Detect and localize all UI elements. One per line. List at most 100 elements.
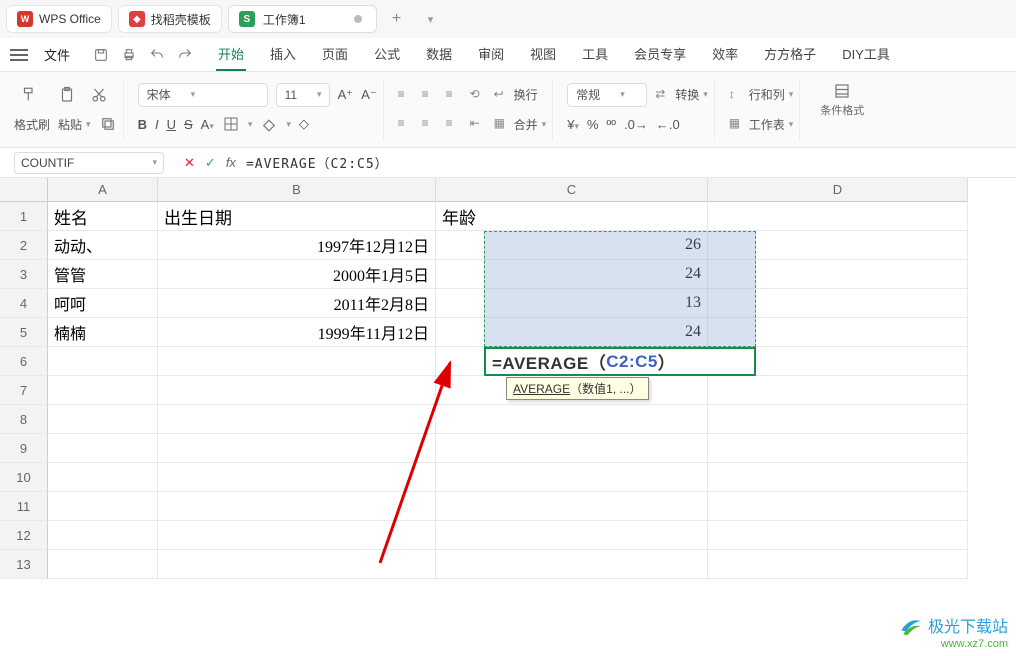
cell[interactable] [436, 521, 708, 550]
cell[interactable] [708, 521, 968, 550]
row-header[interactable]: 7 [0, 376, 48, 405]
app-tab-templates[interactable]: ◆ 找稻壳模板 [118, 5, 222, 33]
cell[interactable] [158, 405, 436, 434]
new-tab-button[interactable]: + [383, 5, 411, 33]
formula-input[interactable]: =AVERAGE（C2:C5） [246, 153, 389, 172]
underline-button[interactable]: U [167, 117, 176, 132]
tab-insert[interactable]: 插入 [268, 38, 298, 71]
col-header[interactable]: B [158, 178, 436, 202]
cell[interactable]: 1997年12月12日 [158, 231, 436, 260]
cell[interactable] [436, 463, 708, 492]
redo-icon[interactable] [176, 46, 194, 64]
cell[interactable] [48, 521, 158, 550]
dec-dec-icon[interactable]: ←.0 [656, 117, 680, 132]
app-tab-wps[interactable]: W WPS Office [6, 5, 112, 33]
row-header[interactable]: 5 [0, 318, 48, 347]
align-right-icon[interactable]: ≡ [446, 116, 462, 132]
fill-color-button[interactable] [260, 115, 278, 133]
tab-ffgz[interactable]: 方方格子 [762, 38, 818, 71]
tab-menu-chevron-icon[interactable]: ▾ [417, 5, 445, 33]
cell[interactable] [158, 521, 436, 550]
cell[interactable]: 管管 [48, 260, 158, 289]
tab-diy[interactable]: DIY工具 [840, 38, 892, 71]
cell[interactable]: 2000年1月5日 [158, 260, 436, 289]
cancel-formula-icon[interactable]: ✕ [184, 155, 195, 171]
row-header[interactable]: 13 [0, 550, 48, 579]
cell[interactable] [436, 405, 708, 434]
font-color-button[interactable]: A▾ [201, 117, 214, 132]
indent-dec-icon[interactable]: ⇤ [470, 116, 486, 132]
undo-icon[interactable] [148, 46, 166, 64]
cell[interactable]: 楠楠 [48, 318, 158, 347]
worksheet-button[interactable]: ▦工作表▾ [729, 116, 794, 133]
tab-home[interactable]: 开始 [216, 38, 246, 71]
row-header[interactable]: 1 [0, 202, 48, 231]
tab-page[interactable]: 页面 [320, 38, 350, 71]
wrap-text-button[interactable]: ↩换行 [494, 86, 538, 103]
row-header[interactable]: 8 [0, 405, 48, 434]
cell[interactable] [48, 463, 158, 492]
format-painter-button[interactable] [14, 84, 44, 106]
orientation-icon[interactable]: ⟲ [470, 87, 486, 103]
cell[interactable]: 24 [436, 260, 708, 289]
col-header[interactable]: C [436, 178, 708, 202]
cell[interactable] [708, 289, 968, 318]
merge-button[interactable]: ▦合并▾ [494, 116, 547, 133]
cell[interactable] [708, 550, 968, 579]
cell[interactable]: 动动、 [48, 231, 158, 260]
cell[interactable]: 出生日期 [158, 202, 436, 231]
tab-tools[interactable]: 工具 [580, 38, 610, 71]
cell[interactable] [708, 376, 968, 405]
currency-icon[interactable]: ¥▾ [567, 117, 579, 132]
cell[interactable] [436, 492, 708, 521]
row-header[interactable]: 4 [0, 289, 48, 318]
align-middle-icon[interactable]: ≡ [422, 87, 438, 103]
active-cell-c6[interactable]: =AVERAGE（ C2:C5 ） [484, 347, 756, 376]
cell[interactable] [48, 550, 158, 579]
cell[interactable] [436, 550, 708, 579]
col-header[interactable]: A [48, 178, 158, 202]
cell[interactable] [158, 463, 436, 492]
row-header[interactable]: 10 [0, 463, 48, 492]
hamburger-icon[interactable] [10, 49, 28, 61]
rows-cols-button[interactable]: ↕行和列▾ [729, 86, 794, 103]
paste-label[interactable]: 粘贴▾ [58, 116, 91, 133]
cut-icon[interactable] [90, 86, 108, 104]
cell[interactable] [158, 376, 436, 405]
file-menu[interactable]: 文件 [38, 41, 76, 68]
row-header[interactable]: 9 [0, 434, 48, 463]
convert-button[interactable]: ⇄转换▾ [655, 86, 708, 103]
sheet-grid[interactable]: A B C D 1 2 3 4 5 6 7 8 9 10 11 12 13 姓名… [0, 178, 1016, 656]
increase-font-icon[interactable]: A⁺ [338, 87, 354, 103]
decrease-font-icon[interactable]: A⁻ [361, 87, 377, 103]
strike-button[interactable]: S [184, 117, 193, 132]
font-name-select[interactable]: 宋体▾ [138, 83, 268, 107]
comma-icon[interactable]: ºº [607, 117, 617, 132]
clear-format-icon[interactable]: ◇ [299, 116, 309, 132]
border-button[interactable] [222, 115, 240, 133]
name-box[interactable]: COUNTIF ▾ [14, 152, 164, 174]
row-header[interactable]: 11 [0, 492, 48, 521]
row-header[interactable]: 12 [0, 521, 48, 550]
cell[interactable] [708, 434, 968, 463]
cell[interactable] [708, 463, 968, 492]
cell[interactable]: 年龄 [436, 202, 708, 231]
percent-icon[interactable]: % [587, 117, 599, 132]
tab-view[interactable]: 视图 [528, 38, 558, 71]
paste-button[interactable] [52, 84, 82, 106]
cell[interactable] [708, 231, 968, 260]
cell[interactable] [708, 318, 968, 347]
row-header[interactable]: 6 [0, 347, 48, 376]
fx-icon[interactable]: fx [226, 155, 236, 170]
cell[interactable] [708, 202, 968, 231]
align-bottom-icon[interactable]: ≡ [446, 87, 462, 103]
cell[interactable] [158, 550, 436, 579]
number-format-select[interactable]: 常规▾ [567, 83, 647, 107]
cell[interactable]: 呵呵 [48, 289, 158, 318]
font-size-select[interactable]: 11▾ [276, 83, 330, 107]
cell[interactable]: 2011年2月8日 [158, 289, 436, 318]
bold-button[interactable]: B [138, 117, 147, 132]
tab-review[interactable]: 审阅 [476, 38, 506, 71]
tab-formula[interactable]: 公式 [372, 38, 402, 71]
align-top-icon[interactable]: ≡ [398, 87, 414, 103]
